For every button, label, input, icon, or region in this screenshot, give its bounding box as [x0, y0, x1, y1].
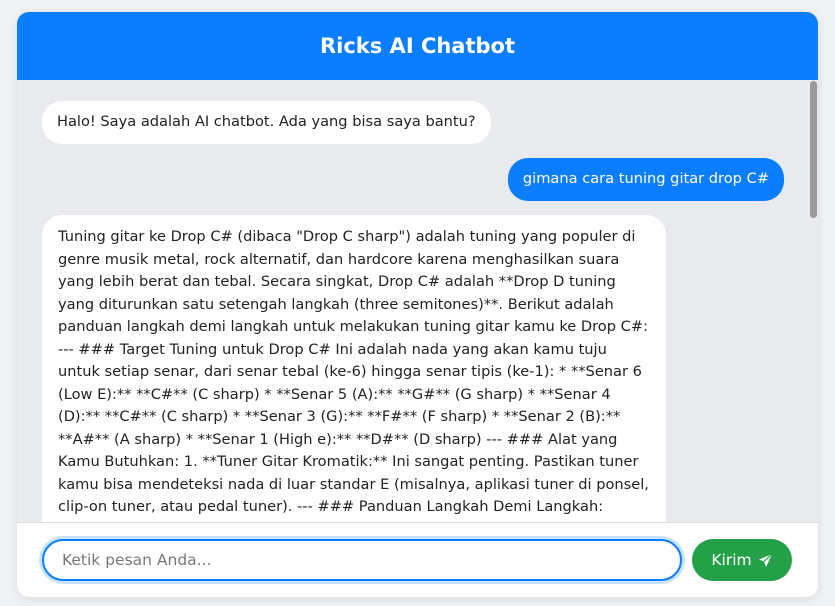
- message-list[interactable]: Halo! Saya adalah AI chatbot. Ada yang b…: [17, 80, 818, 522]
- paper-plane-icon: [758, 552, 773, 568]
- message-input[interactable]: [42, 539, 682, 581]
- bot-message: Halo! Saya adalah AI chatbot. Ada yang b…: [42, 101, 491, 144]
- bot-message: Tuning gitar ke Drop C# (dibaca "Drop C …: [42, 215, 666, 522]
- send-button[interactable]: Kirim: [692, 539, 792, 581]
- chat-title: Ricks AI Chatbot: [319, 34, 516, 58]
- message-composer: Kirim: [17, 522, 818, 597]
- user-message: gimana cara tuning gitar drop C#: [507, 158, 784, 201]
- scrollbar-thumb[interactable]: [810, 81, 817, 218]
- chat-window: Ricks AI Chatbot Halo! Saya adalah AI ch…: [17, 12, 818, 597]
- send-button-label: Kirim: [711, 551, 752, 569]
- chat-header: Ricks AI Chatbot: [17, 12, 818, 80]
- scrollbar[interactable]: [808, 80, 818, 522]
